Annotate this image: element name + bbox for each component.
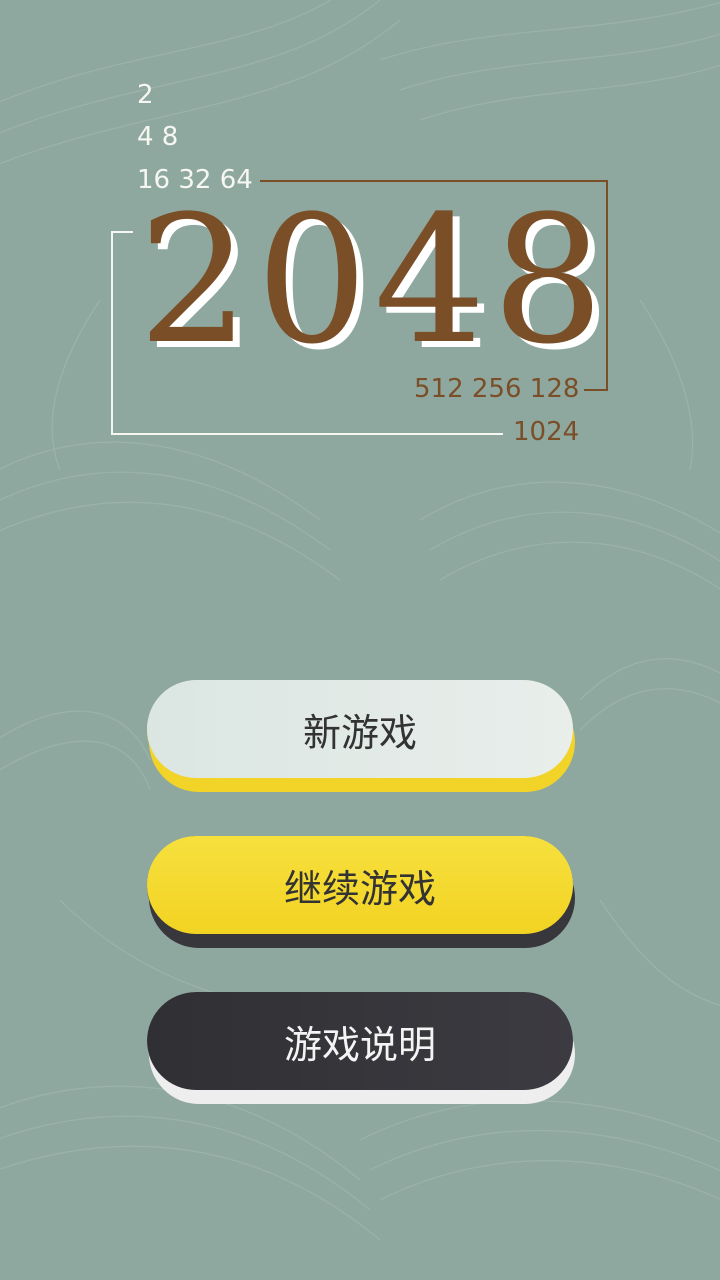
game-title: 2048	[138, 178, 610, 383]
logo-frame-left-tick	[111, 231, 133, 233]
logo-frame-left-line	[111, 231, 113, 435]
new-game-button[interactable]: 新游戏	[147, 680, 573, 780]
logo-number-row-4: 512 256 128	[414, 374, 580, 404]
logo-number-row-1: 2	[137, 80, 154, 110]
instructions-button-label[interactable]: 游戏说明	[147, 992, 573, 1090]
game-logo: 2 4 8 16 32 64 2048 512 256 128 1024	[0, 0, 720, 470]
logo-frame-bottom-right-tick	[584, 389, 608, 391]
continue-game-button[interactable]: 继续游戏	[147, 836, 573, 936]
continue-game-button-label[interactable]: 继续游戏	[147, 836, 573, 934]
new-game-button-label[interactable]: 新游戏	[147, 680, 573, 778]
logo-frame-bottom-line	[111, 433, 503, 435]
logo-number-row-2: 4 8	[137, 122, 179, 152]
instructions-button[interactable]: 游戏说明	[147, 992, 573, 1092]
logo-number-row-5: 1024	[513, 417, 580, 447]
